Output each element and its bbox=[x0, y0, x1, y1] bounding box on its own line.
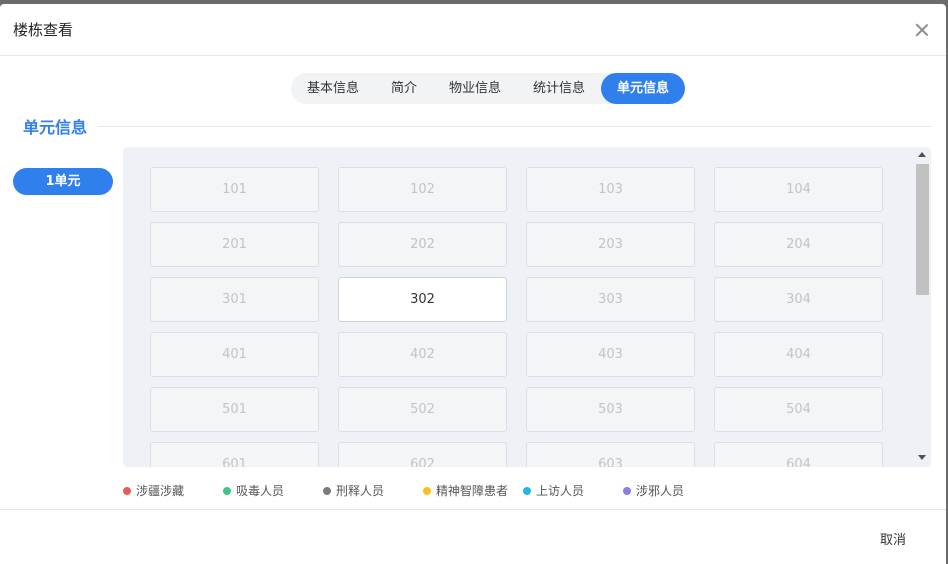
room-303[interactable]: 303 bbox=[526, 277, 695, 322]
room-403[interactable]: 403 bbox=[526, 332, 695, 377]
room-401[interactable]: 401 bbox=[150, 332, 319, 377]
unit-button-1[interactable]: 1单元 bbox=[13, 168, 113, 195]
legend-dot-icon bbox=[323, 486, 331, 495]
room-grid-panel: 101 102 103 104 201 202 203 204 301 302 303 304 401 4… bbox=[123, 147, 931, 467]
legend-item: 刑释人员 bbox=[323, 482, 423, 499]
tab-basic-info[interactable]: 基本信息 bbox=[291, 73, 375, 104]
tab-bar: 基本信息 简介 物业信息 统计信息 单元信息 bbox=[290, 73, 686, 104]
room-102[interactable]: 102 bbox=[338, 167, 507, 212]
room-504[interactable]: 504 bbox=[714, 387, 883, 432]
room-103[interactable]: 103 bbox=[526, 167, 695, 212]
legend-label: 涉疆涉藏 bbox=[136, 484, 185, 498]
legend-label: 精神智障患者 bbox=[436, 484, 509, 498]
room-404[interactable]: 404 bbox=[714, 332, 883, 377]
legend-item: 上访人员 bbox=[523, 482, 623, 499]
legend: 涉疆涉藏 吸毒人员 刑释人员 精神智障患者 上访人员 涉邪人员 bbox=[123, 482, 723, 499]
room-304[interactable]: 304 bbox=[714, 277, 883, 322]
legend-label: 上访人员 bbox=[536, 484, 585, 498]
scroll-down-arrow-icon[interactable] bbox=[918, 455, 926, 460]
room-104[interactable]: 104 bbox=[714, 167, 883, 212]
tab-property-info[interactable]: 物业信息 bbox=[433, 73, 517, 104]
room-402[interactable]: 402 bbox=[338, 332, 507, 377]
legend-item: 涉疆涉藏 bbox=[123, 482, 223, 499]
room-601[interactable]: 601 bbox=[150, 442, 319, 467]
legend-item: 精神智障患者 bbox=[423, 482, 523, 499]
tabs-wrapper: 基本信息 简介 物业信息 统计信息 单元信息 bbox=[0, 73, 946, 104]
room-604[interactable]: 604 bbox=[714, 442, 883, 467]
room-603[interactable]: 603 bbox=[526, 442, 695, 467]
close-icon[interactable] bbox=[912, 20, 932, 40]
scroll-thumb[interactable] bbox=[916, 164, 929, 295]
room-201[interactable]: 201 bbox=[150, 222, 319, 267]
room-602[interactable]: 602 bbox=[338, 442, 507, 467]
room-204[interactable]: 204 bbox=[714, 222, 883, 267]
legend-label: 刑释人员 bbox=[336, 484, 385, 498]
legend-dot-icon bbox=[623, 486, 631, 495]
modal-title: 楼栋查看 bbox=[13, 21, 74, 39]
tab-unit-info[interactable]: 单元信息 bbox=[601, 73, 686, 104]
cancel-button[interactable]: 取消 bbox=[880, 529, 906, 548]
room-301[interactable]: 301 bbox=[150, 277, 319, 322]
building-view-modal: 楼栋查看 基本信息 简介 物业信息 统计信息 单元信息 单元信息 1单元 101… bbox=[0, 4, 946, 564]
legend-dot-icon bbox=[523, 486, 531, 495]
section-divider bbox=[98, 126, 932, 127]
room-302[interactable]: 302 bbox=[338, 277, 507, 322]
legend-item: 涉邪人员 bbox=[623, 482, 723, 499]
section-title: 单元信息 bbox=[23, 118, 88, 137]
vertical-scrollbar[interactable] bbox=[914, 147, 931, 467]
scroll-up-arrow-icon[interactable] bbox=[918, 152, 926, 157]
room-grid: 101 102 103 104 201 202 203 204 301 302 303 304 401 4… bbox=[150, 167, 883, 467]
tab-intro[interactable]: 简介 bbox=[375, 73, 433, 104]
legend-item: 吸毒人员 bbox=[223, 482, 323, 499]
footer-divider bbox=[0, 509, 946, 510]
legend-dot-icon bbox=[223, 486, 231, 495]
room-203[interactable]: 203 bbox=[526, 222, 695, 267]
room-202[interactable]: 202 bbox=[338, 222, 507, 267]
tab-statistics-info[interactable]: 统计信息 bbox=[517, 73, 601, 104]
room-503[interactable]: 503 bbox=[526, 387, 695, 432]
legend-label: 涉邪人员 bbox=[636, 484, 685, 498]
room-501[interactable]: 501 bbox=[150, 387, 319, 432]
legend-dot-icon bbox=[423, 486, 431, 495]
room-101[interactable]: 101 bbox=[150, 167, 319, 212]
modal-header: 楼栋查看 bbox=[0, 4, 946, 56]
legend-label: 吸毒人员 bbox=[236, 484, 285, 498]
legend-dot-icon bbox=[123, 486, 131, 495]
room-502[interactable]: 502 bbox=[338, 387, 507, 432]
